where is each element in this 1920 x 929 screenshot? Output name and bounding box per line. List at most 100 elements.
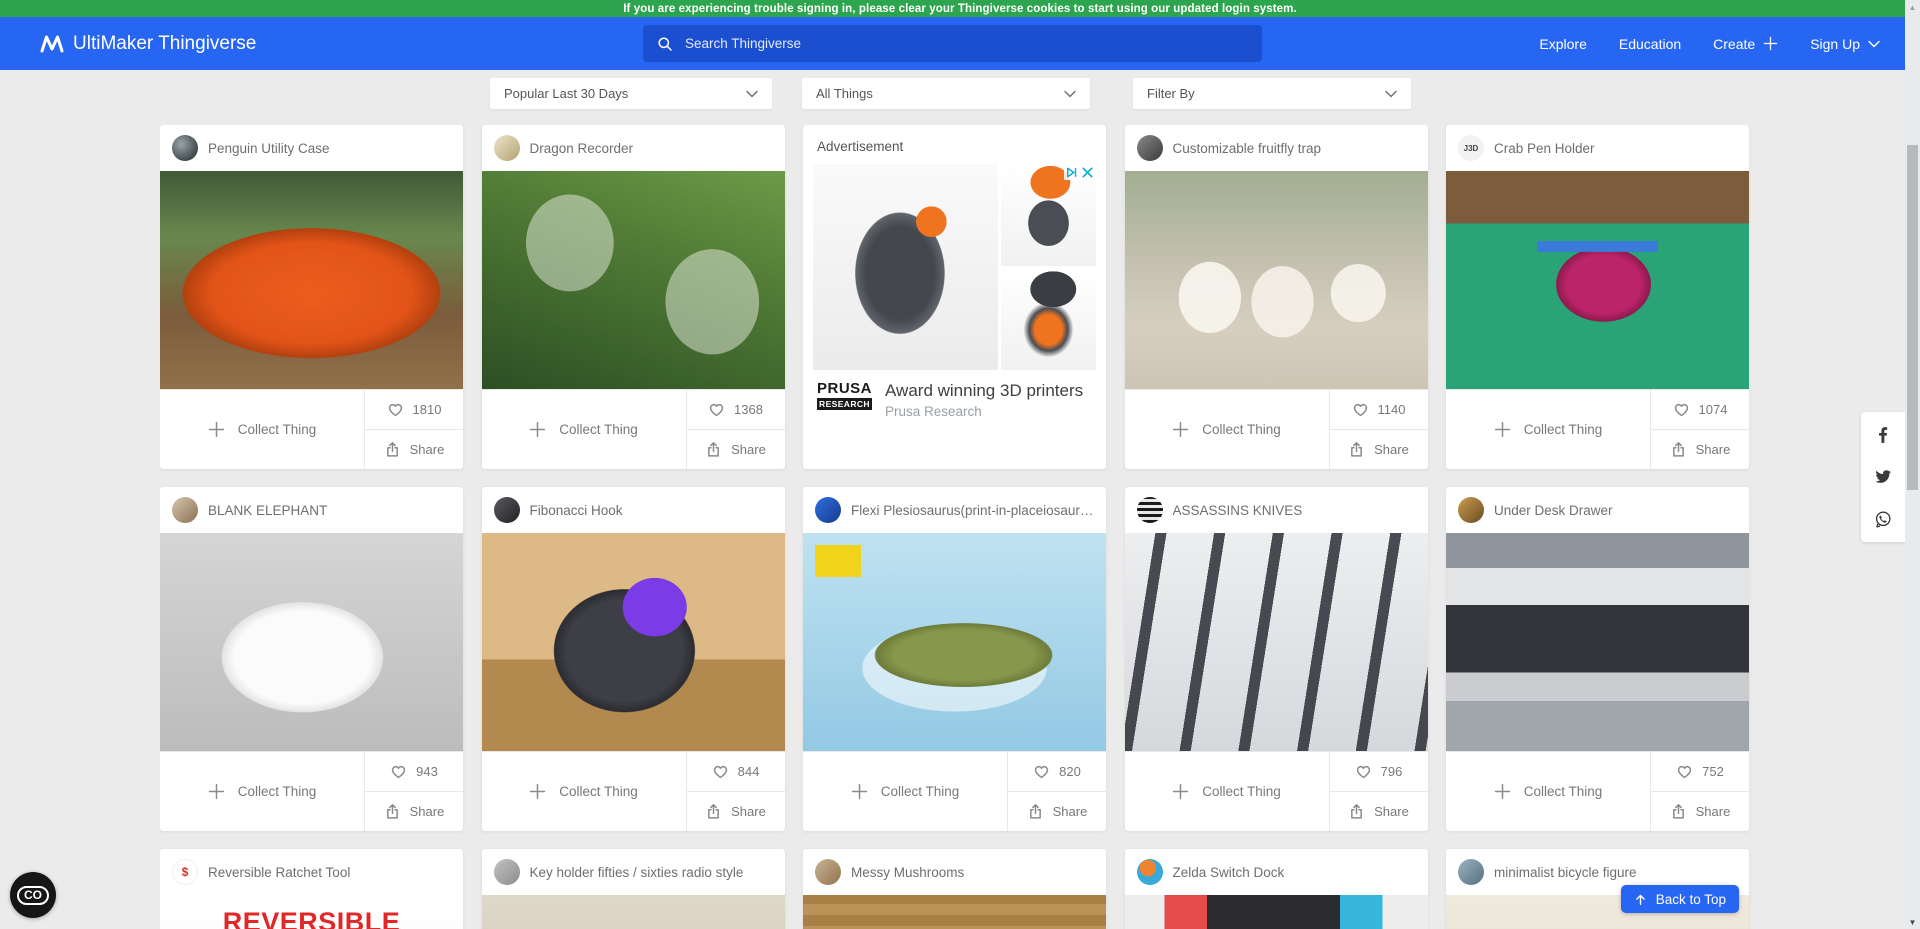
thing-thumbnail[interactable]: [1446, 533, 1749, 751]
collect-thing-button[interactable]: Collect Thing: [482, 752, 687, 831]
prusa-research-logo[interactable]: PRUSA RESEARCH: [817, 381, 872, 410]
share-button[interactable]: Share: [1330, 792, 1428, 831]
back-to-top-button[interactable]: Back to Top: [1621, 885, 1739, 913]
share-button[interactable]: Share: [687, 430, 785, 469]
sort-dropdown[interactable]: Popular Last 30 Days: [490, 78, 772, 109]
thing-thumbnail[interactable]: [1125, 171, 1428, 389]
collect-thing-button[interactable]: Collect Thing: [160, 752, 365, 831]
cookie-preferences-button[interactable]: CO: [10, 872, 56, 918]
thing-title[interactable]: Dragon Recorder: [530, 141, 634, 156]
thing-title[interactable]: Customizable fruitfly trap: [1173, 141, 1322, 156]
thing-title[interactable]: Reversible Ratchet Tool: [208, 865, 350, 880]
share-button[interactable]: Share: [1330, 430, 1428, 469]
creator-avatar[interactable]: J3D: [1458, 135, 1484, 161]
creator-avatar[interactable]: [815, 497, 841, 523]
ad-close-icon[interactable]: [1080, 165, 1095, 180]
thing-thumbnail[interactable]: [482, 171, 785, 389]
thing-card-header[interactable]: Key holder fifties / sixties radio style: [482, 849, 785, 895]
thing-card-header[interactable]: $ Reversible Ratchet Tool: [160, 849, 463, 895]
creator-avatar[interactable]: [1137, 135, 1163, 161]
search-bar[interactable]: [643, 25, 1262, 62]
collect-thing-button[interactable]: Collect Thing: [1446, 390, 1651, 469]
like-button[interactable]: 1810: [365, 390, 463, 430]
ad-headline[interactable]: Award winning 3D printers: [885, 381, 1083, 401]
collect-thing-button[interactable]: Collect Thing: [803, 752, 1008, 831]
share-button[interactable]: Share: [365, 792, 463, 831]
collect-thing-button[interactable]: Collect Thing: [1446, 752, 1651, 831]
thing-card-header[interactable]: Zelda Switch Dock: [1125, 849, 1428, 895]
like-button[interactable]: 844: [687, 752, 785, 792]
thing-title[interactable]: Flexi Plesiosaurus(print-in-placeiosauru…: [851, 503, 1094, 518]
thing-thumbnail[interactable]: [1125, 533, 1428, 751]
nav-education[interactable]: Education: [1619, 36, 1681, 52]
creator-avatar[interactable]: [494, 135, 520, 161]
collect-thing-button[interactable]: Collect Thing: [482, 390, 687, 469]
thing-card-header[interactable]: Messy Mushrooms: [803, 849, 1106, 895]
creator-avatar[interactable]: [1458, 859, 1484, 885]
thing-thumbnail[interactable]: REVERSIBLE: [160, 895, 463, 929]
thing-type-dropdown[interactable]: All Things: [802, 78, 1090, 109]
adchoices-icon[interactable]: [1064, 165, 1079, 180]
ad-banner[interactable]: [813, 164, 1096, 370]
ad-advertiser[interactable]: Prusa Research: [885, 404, 1083, 419]
thing-title[interactable]: Fibonacci Hook: [530, 503, 623, 518]
like-button[interactable]: 1140: [1330, 390, 1428, 430]
thingiverse-logo[interactable]: UltiMaker Thingiverse: [40, 17, 256, 70]
thing-thumbnail[interactable]: [482, 533, 785, 751]
share-button[interactable]: Share: [1651, 430, 1749, 469]
thing-title[interactable]: Under Desk Drawer: [1494, 503, 1613, 518]
creator-avatar[interactable]: [1458, 497, 1484, 523]
nav-sign-up[interactable]: Sign Up: [1810, 36, 1880, 52]
thing-title[interactable]: Zelda Switch Dock: [1173, 865, 1285, 880]
share-button[interactable]: Share: [1008, 792, 1106, 831]
like-button[interactable]: 796: [1330, 752, 1428, 792]
share-button[interactable]: Share: [1651, 792, 1749, 831]
nav-create[interactable]: Create: [1713, 36, 1778, 52]
creator-avatar[interactable]: $: [172, 859, 198, 885]
search-input[interactable]: [683, 35, 1248, 52]
creator-avatar[interactable]: [494, 859, 520, 885]
like-button[interactable]: 752: [1651, 752, 1749, 792]
thing-card-header[interactable]: BLANK ELEPHANT: [160, 487, 463, 533]
thing-card-header[interactable]: Flexi Plesiosaurus(print-in-placeiosauru…: [803, 487, 1106, 533]
facebook-icon[interactable]: [1874, 426, 1892, 444]
nav-explore[interactable]: Explore: [1539, 36, 1586, 52]
share-button[interactable]: Share: [687, 792, 785, 831]
thing-card-header[interactable]: Customizable fruitfly trap: [1125, 125, 1428, 171]
thing-card-header[interactable]: J3D Crab Pen Holder: [1446, 125, 1749, 171]
creator-avatar[interactable]: [172, 135, 198, 161]
creator-avatar[interactable]: [172, 497, 198, 523]
page-scrollbar[interactable]: ▲ ▼: [1905, 0, 1920, 929]
thing-card-header[interactable]: Fibonacci Hook: [482, 487, 785, 533]
creator-avatar[interactable]: [1137, 859, 1163, 885]
thing-thumbnail[interactable]: [1125, 895, 1428, 929]
thing-card-header[interactable]: Dragon Recorder: [482, 125, 785, 171]
scrollbar-thumb[interactable]: [1907, 145, 1918, 490]
thing-thumbnail[interactable]: [1446, 171, 1749, 389]
thing-thumbnail[interactable]: [482, 895, 785, 929]
like-button[interactable]: 1074: [1651, 390, 1749, 430]
creator-avatar[interactable]: [1137, 497, 1163, 523]
thing-title[interactable]: Crab Pen Holder: [1494, 141, 1595, 156]
twitter-icon[interactable]: [1874, 468, 1892, 486]
thing-card-header[interactable]: Penguin Utility Case: [160, 125, 463, 171]
creator-avatar[interactable]: [815, 859, 841, 885]
thing-thumbnail[interactable]: [803, 895, 1106, 929]
thing-title[interactable]: BLANK ELEPHANT: [208, 503, 327, 518]
thing-title[interactable]: Messy Mushrooms: [851, 865, 964, 880]
like-button[interactable]: 820: [1008, 752, 1106, 792]
whatsapp-icon[interactable]: [1874, 510, 1892, 528]
thing-thumbnail[interactable]: [160, 533, 463, 751]
like-button[interactable]: 943: [365, 752, 463, 792]
thing-title[interactable]: minimalist bicycle figure: [1494, 865, 1637, 880]
collect-thing-button[interactable]: Collect Thing: [1125, 752, 1330, 831]
thing-title[interactable]: ASSASSINS KNIVES: [1173, 503, 1303, 518]
thing-title[interactable]: Penguin Utility Case: [208, 141, 330, 156]
filter-by-dropdown[interactable]: Filter By: [1133, 78, 1411, 109]
thing-thumbnail[interactable]: [160, 171, 463, 389]
thing-card-header[interactable]: Under Desk Drawer: [1446, 487, 1749, 533]
scrollbar-up-arrow[interactable]: ▲: [1905, 0, 1920, 14]
thing-card-header[interactable]: ASSASSINS KNIVES: [1125, 487, 1428, 533]
thing-thumbnail[interactable]: [803, 533, 1106, 751]
like-button[interactable]: 1368: [687, 390, 785, 430]
